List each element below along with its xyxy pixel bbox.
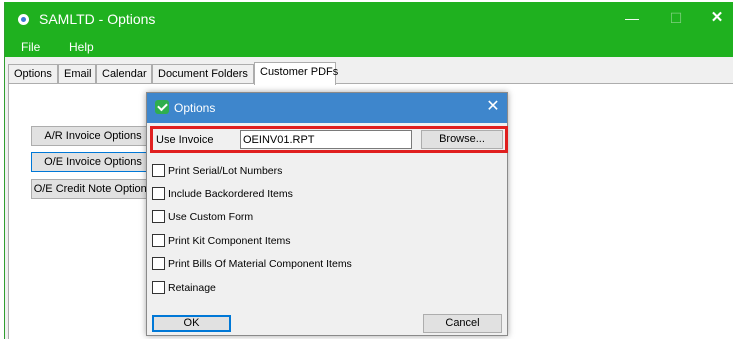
dialog-title-bar[interactable]: Options ✕: [147, 93, 507, 123]
options-dialog: Options ✕ Use Invoice Browse... Print Se…: [146, 92, 508, 336]
checkbox-label: Print Kit Component Items: [168, 235, 291, 247]
checkbox[interactable]: [152, 164, 165, 177]
tab-options[interactable]: Options: [8, 64, 58, 84]
tab-document-folders[interactable]: Document Folders: [152, 64, 254, 84]
checkbox[interactable]: [152, 281, 165, 294]
checkbox[interactable]: [152, 210, 165, 223]
menu-file[interactable]: File: [21, 40, 40, 54]
checkbox[interactable]: [152, 187, 165, 200]
tab-calendar[interactable]: Calendar: [96, 64, 152, 84]
ok-button[interactable]: OK: [152, 315, 231, 332]
checkbox-label: Retainage: [168, 282, 216, 294]
checkbox-label: Print Serial/Lot Numbers: [168, 165, 283, 177]
checkbox[interactable]: [152, 234, 165, 247]
oe-credit-note-options-button[interactable]: O/E Credit Note Options: [31, 179, 155, 199]
tab-email[interactable]: Email: [58, 64, 96, 84]
browse-button[interactable]: Browse...: [421, 130, 503, 149]
menu-help[interactable]: Help: [69, 40, 94, 54]
use-invoice-row: Use Invoice Browse...: [150, 126, 508, 153]
minimize-button[interactable]: —: [621, 8, 643, 28]
checkbox[interactable]: [152, 257, 165, 270]
use-invoice-label: Use Invoice: [156, 134, 214, 146]
cancel-button[interactable]: Cancel: [423, 314, 502, 333]
dialog-close-icon[interactable]: ✕: [484, 98, 502, 116]
app-icon: [18, 14, 29, 25]
ar-invoice-options-button[interactable]: A/R Invoice Options: [31, 126, 155, 146]
oe-invoice-options-button[interactable]: O/E Invoice Options: [31, 152, 155, 172]
menu-bar: File Help: [5, 36, 733, 57]
checkbox-label: Print Bills Of Material Component Items: [168, 258, 352, 270]
close-button[interactable]: ✕: [706, 8, 728, 28]
dialog-checkmark-icon: [155, 100, 169, 114]
invoice-file-input[interactable]: [240, 130, 412, 149]
window-title: SAMLTD - Options: [39, 11, 156, 27]
checkbox-label: Include Backordered Items: [168, 188, 293, 200]
title-bar[interactable]: SAMLTD - Options — ☐ ✕: [5, 2, 733, 36]
maximize-button[interactable]: ☐: [665, 8, 687, 28]
dialog-title: Options: [174, 101, 216, 115]
checkbox-label: Use Custom Form: [168, 211, 254, 223]
tab-customer-pdfs[interactable]: Customer PDFs: [254, 62, 338, 85]
